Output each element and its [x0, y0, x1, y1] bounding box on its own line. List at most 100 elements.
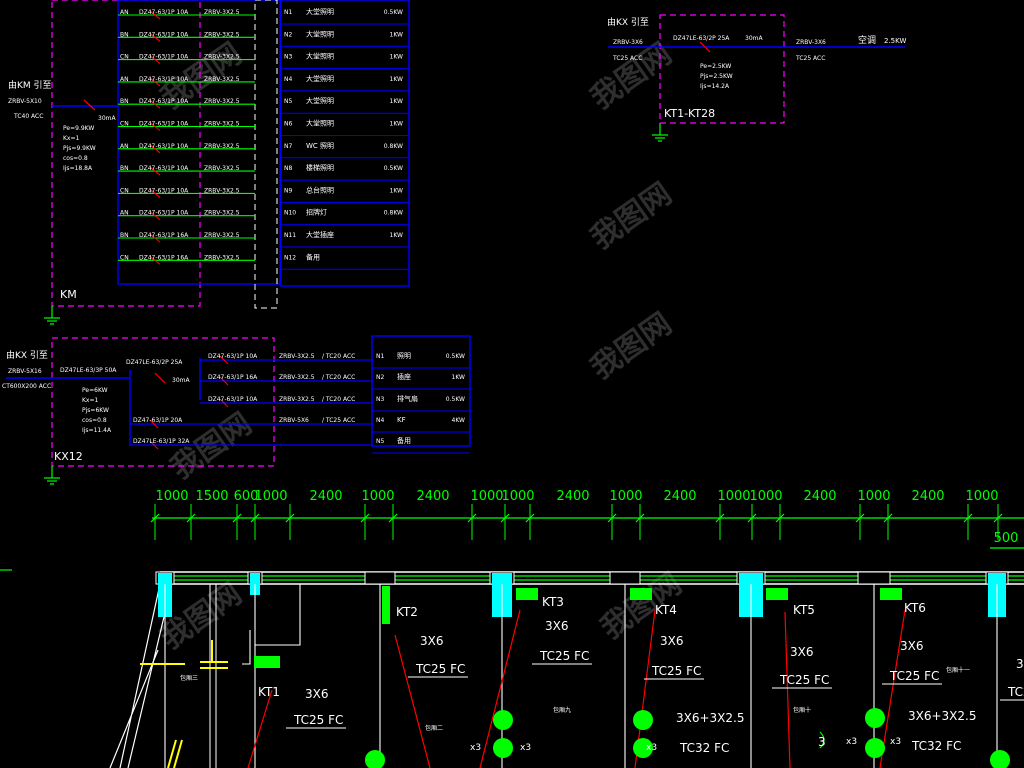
circuit-cable: ZRBV-5X6 — [279, 417, 309, 424]
cable-label: 3X6 — [660, 634, 684, 648]
circuit-number: N2 — [284, 31, 292, 38]
kx-param: Ijs=11.4A — [82, 427, 112, 434]
circuit-phase: CN — [120, 254, 129, 261]
floor-plan: KT1 KT2 KT3 KT4 KT5 KT6 3X6 TC25 FC 3X6 TC2… — [109, 571, 1024, 768]
km-rcd: 30mA — [98, 115, 116, 122]
circuit-power: 1KW — [390, 54, 404, 61]
cad-drawing: 我图网 我图网 我图网 我图网 我图网 我图网 我图网 由KM 引至 ZRBV-… — [0, 0, 1024, 768]
circuit-cable: ZRBV-3X2.5 — [204, 31, 240, 38]
circuit-cable: ZRBV-3X2.5 — [204, 187, 240, 194]
multiplier-label: x3 — [646, 743, 657, 753]
dimension-label: 2400 — [803, 489, 836, 504]
circuit-cable: ZRBV-3X2.5 — [204, 98, 240, 105]
watermark: 我图网 — [585, 176, 679, 256]
circuit-name: WC 照明 — [306, 142, 334, 150]
kx-param: Kx=1 — [82, 397, 99, 404]
cable-label: 3X6 — [1016, 657, 1024, 671]
circuit-number: N7 — [284, 143, 292, 150]
circuit-name: 排气扇 — [397, 394, 418, 403]
dimension-label: 1000 — [717, 489, 750, 504]
circuit-cable: ZRBV-3X2.5 — [279, 374, 315, 381]
dimension-label: 1000 — [155, 489, 188, 504]
km-incoming-cable: ZRBV-5X10 — [8, 98, 42, 105]
kt-out-cable: ZRBV-3X6 — [796, 39, 826, 46]
circuit-name: 大堂插座 — [306, 230, 334, 239]
circuit-name: 总台照明 — [306, 185, 334, 194]
circuit-breaker: DZ47-63/1P 16A — [208, 374, 258, 381]
km-rcd-mark — [83, 99, 96, 111]
circuit-cable: ZRBV-3X2.5 — [204, 143, 240, 150]
circuit-cable: ZRBV-3X2.5 — [204, 165, 240, 172]
room-label: 包厢二 — [425, 724, 443, 732]
multiplier-label: x3 — [846, 737, 857, 747]
cable-label: 3X6 — [545, 619, 569, 633]
dimension-label: 1000 — [965, 489, 998, 504]
dimension-label: 1000 — [361, 489, 394, 504]
circuit-power: 1KW — [390, 187, 404, 194]
column-cap — [609, 571, 641, 585]
cable-runs — [247, 609, 906, 768]
circuit-number: N1 — [284, 9, 292, 16]
conduit-label: TC25 FC — [779, 673, 829, 687]
km-box-label: KM — [60, 288, 77, 301]
ground-icon — [652, 123, 668, 142]
km-incoming-conduit: TC40 ACC — [13, 113, 43, 120]
dimension-label: 2400 — [556, 489, 589, 504]
circuit-phase: CN — [120, 121, 129, 128]
dimension-label: 1000 — [470, 489, 503, 504]
circuit-number: N3 — [376, 396, 384, 403]
circuit-breaker: DZ47-63/1P 10A — [139, 9, 189, 16]
kt-rcd: 30mA — [745, 35, 763, 42]
circuit-phase: AN — [120, 143, 129, 150]
kt-incoming-cable: ZRBV-3X6 — [613, 39, 643, 46]
circuit-breaker: DZ47-63/1P 10A — [139, 143, 189, 150]
circuit-phase: BN — [120, 165, 129, 172]
dimension-label: 1000 — [857, 489, 890, 504]
kt-param: Pe=2.5KW — [700, 63, 731, 70]
km-param: Ijs=18.8A — [63, 165, 93, 172]
circuit-power: 1KW — [390, 98, 404, 105]
unit-label: KT4 — [655, 603, 677, 617]
kt-out-conduit: TC25 ACC — [795, 55, 825, 62]
unit-label: KT5 — [793, 603, 815, 617]
multiplier-label: x3 — [890, 737, 901, 747]
kt-load-power: 2.5KW — [884, 37, 906, 45]
room-label: 包厢九 — [553, 706, 571, 714]
circuit-number: N8 — [284, 165, 292, 172]
circuit-phase: BN — [120, 232, 129, 239]
circuit-breaker: DZ47-63/1P 16A — [139, 232, 189, 239]
kx-param: Pjs=6KW — [82, 407, 109, 414]
circuit-name: 大堂照明 — [306, 96, 334, 105]
circuit-power: 1KW — [390, 232, 404, 239]
circuit-number: N3 — [284, 54, 292, 61]
cable-label: 3X6 — [420, 634, 444, 648]
circuit-power: 0.5KW — [384, 165, 403, 172]
circuit-breaker: DZ47-63/1P 10A — [139, 165, 189, 172]
circuit-number: N9 — [284, 187, 292, 194]
conduit-label: TC25 FC — [889, 669, 939, 683]
circuit-power: 1KW — [390, 121, 404, 128]
room-label: 包厢十 — [793, 706, 811, 714]
circuit-cable: ZRBV-3X2.5 — [204, 254, 240, 261]
circuit-breaker: DZ47-63/1P 10A — [139, 121, 189, 128]
circuit-power: 4KW — [452, 417, 466, 424]
dimension-chain: 1000 1500 6001000 2400 1000 2400 10001000 2400 1… — [0, 489, 1024, 571]
circuit-name: 大堂照明 — [306, 52, 334, 61]
circuit-conduit: / TC20 ACC — [322, 353, 355, 360]
ground-icon — [44, 466, 60, 485]
kx-incoming-cable: ZRBV-5X16 — [8, 368, 42, 375]
trunk-cable-label: 3X6+3X2.5 — [908, 709, 976, 723]
circuit-cable: ZRBV-3X2.5 — [204, 232, 240, 239]
circuit-phase: AN — [120, 76, 129, 83]
circuit-name: KF — [397, 416, 406, 424]
circuit-breaker: DZ47-63/1P 10A — [139, 31, 189, 38]
kx-circuit-rows: DZ47-63/1P 10A ZRBV-3X2.5 / TC20 ACC N1 照明 0.… — [130, 352, 470, 454]
circuit-phase: AN — [120, 9, 129, 16]
kt-load-name: 空调 — [858, 34, 876, 46]
circuit-power: 0.5KW — [384, 9, 403, 16]
circuit-number: N11 — [284, 232, 296, 239]
circuit-conduit: / TC20 ACC — [322, 396, 355, 403]
dimension-label: 2400 — [309, 489, 342, 504]
circuit-name: 招牌灯 — [306, 208, 327, 217]
circuit-power: 0.8KW — [384, 143, 403, 150]
